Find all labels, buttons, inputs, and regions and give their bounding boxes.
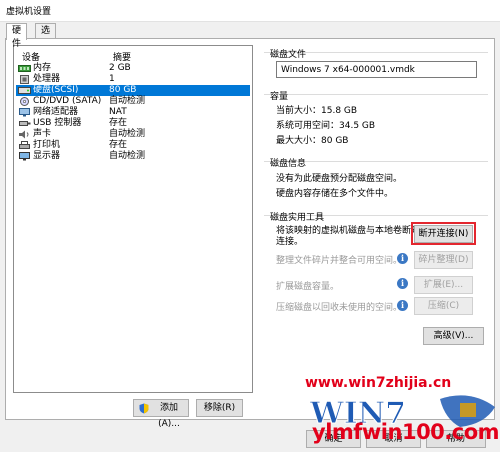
device-row-sound-card[interactable]: 声卡 自动检测 <box>16 129 250 140</box>
compact-description: 压缩磁盘以回收未使用的空间。 <box>276 303 403 313</box>
usb-icon <box>19 121 31 126</box>
disk-file-input[interactable] <box>276 61 477 78</box>
defragment-description: 整理文件碎片并整合可用空间。 <box>276 256 403 266</box>
sound-card-icon <box>19 130 29 139</box>
device-name: 内存 <box>33 63 52 73</box>
device-summary: 存在 <box>109 140 128 150</box>
device-row-printer[interactable]: 打印机 存在 <box>16 140 250 151</box>
window-title: 虚拟机设置 <box>6 7 52 17</box>
expand-description: 扩展磁盘容量。 <box>276 282 340 292</box>
compact-button[interactable]: 压缩(C) <box>414 297 473 315</box>
title-bar: 虚拟机设置 <box>0 0 500 22</box>
info-icon: i <box>397 278 408 289</box>
watermark-bottom-text: ylmfwin100.com <box>312 420 500 444</box>
info-icon: i <box>397 300 408 311</box>
device-summary: 自动检测 <box>109 151 146 161</box>
device-row-cd-dvd[interactable]: CD/DVD (SATA) 自动检测 <box>16 96 250 107</box>
device-name: 声卡 <box>33 129 52 139</box>
network-adapter-icon <box>19 108 30 117</box>
device-name: USB 控制器 <box>33 118 82 128</box>
device-name: 打印机 <box>33 140 61 150</box>
advanced-button[interactable]: 高级(V)... <box>423 327 484 345</box>
disk-info-heading: 磁盘信息 <box>270 159 307 169</box>
device-row-display[interactable]: 显示器 自动检测 <box>16 151 250 162</box>
device-summary: 存在 <box>109 118 128 128</box>
device-summary: NAT <box>109 107 127 117</box>
device-row-hard-disk[interactable]: 硬盘(SCSI) 80 GB <box>16 85 250 96</box>
disconnect-description-line-2: 连接。 <box>276 237 304 247</box>
device-list[interactable]: 设备 摘要 内存 2 GB 处理器 1 硬盘(SCSI) 80 GB CD/DV… <box>13 45 253 393</box>
device-summary: 自动检测 <box>109 96 146 106</box>
defragment-button[interactable]: 碎片整理(D) <box>414 251 473 269</box>
display-icon <box>19 152 30 161</box>
device-list-header: 设备 摘要 <box>19 50 249 63</box>
max-size-text: 最大大小：80 GB <box>276 136 349 146</box>
add-device-label: 添加(A)... <box>158 403 180 429</box>
cpu-icon <box>20 75 29 84</box>
device-summary: 2 GB <box>109 63 131 73</box>
shield-icon <box>139 403 149 414</box>
device-summary: 1 <box>109 74 115 84</box>
hard-disk-icon <box>18 87 31 94</box>
device-row-network-adapter[interactable]: 网络适配器 NAT <box>16 107 250 118</box>
device-column-header: 设备 <box>22 53 41 63</box>
device-summary: 自动检测 <box>109 129 146 139</box>
capacity-group-divider <box>264 94 488 95</box>
device-name: 网络适配器 <box>33 107 79 117</box>
device-row-memory[interactable]: 内存 2 GB <box>16 63 250 74</box>
disk-info-line-1: 没有为此硬盘预分配磁盘空间。 <box>276 174 403 184</box>
system-free-space-text: 系统可用空间：34.5 GB <box>276 121 376 131</box>
device-name: 硬盘(SCSI) <box>33 85 79 95</box>
tab-hardware[interactable]: 硬件 <box>6 23 28 49</box>
capacity-heading: 容量 <box>270 92 289 102</box>
disk-info-line-2: 硬盘内容存储在多个文件中。 <box>276 189 394 199</box>
memory-icon <box>18 65 31 72</box>
tab-options[interactable]: 选项 <box>35 23 57 49</box>
device-summary: 80 GB <box>109 85 137 95</box>
current-size-text: 当前大小：15.8 GB <box>276 106 358 116</box>
device-name: 处理器 <box>33 74 61 84</box>
printer-icon <box>19 141 30 149</box>
disk-file-heading: 磁盘文件 <box>270 50 307 60</box>
highlight-box <box>411 222 476 245</box>
remove-device-button[interactable]: 移除(R) <box>196 399 243 417</box>
expand-button[interactable]: 扩展(E)... <box>414 276 473 294</box>
device-row-usb-controller[interactable]: USB 控制器 存在 <box>16 118 250 129</box>
disk-utilities-heading: 磁盘实用工具 <box>270 213 325 223</box>
device-name: 显示器 <box>33 151 61 161</box>
info-icon: i <box>397 253 408 264</box>
cd-dvd-icon <box>20 97 29 106</box>
add-device-button[interactable]: 添加(A)... <box>133 399 189 429</box>
device-name: CD/DVD (SATA) <box>33 96 102 106</box>
summary-column-header: 摘要 <box>113 53 132 63</box>
device-row-processor[interactable]: 处理器 1 <box>16 74 250 85</box>
